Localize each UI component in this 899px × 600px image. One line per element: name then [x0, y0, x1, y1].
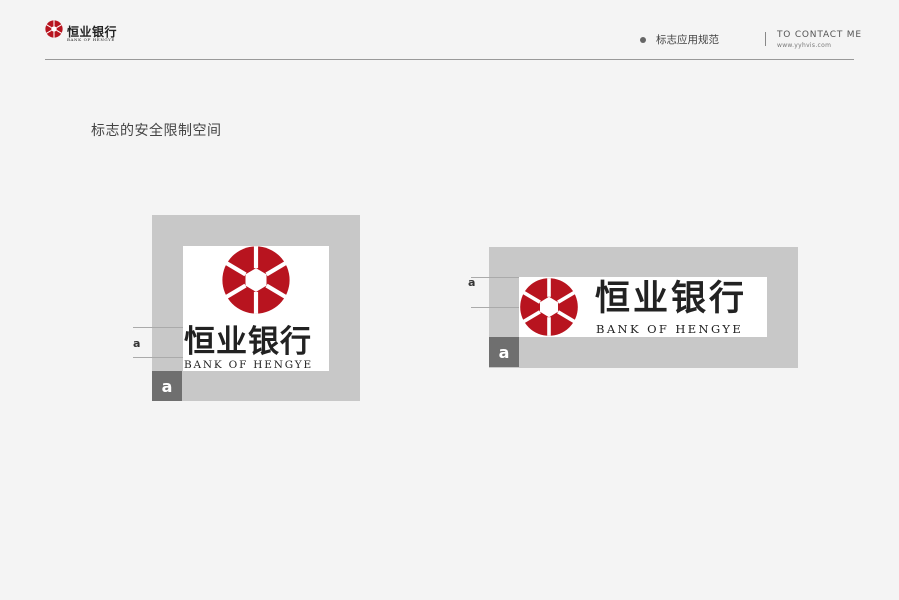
page-header: 恒业银行 BANK OF HENGYE 标志应用规范 TO CONTACT ME…: [0, 0, 899, 62]
brand-name-en: BANK OF HENGYE: [67, 37, 115, 42]
nav-current-section[interactable]: 标志应用规范: [640, 32, 719, 47]
bank-emblem-icon: [520, 278, 578, 336]
contact-url[interactable]: www.yyhvis.com: [777, 42, 862, 49]
logo-name-cn: 恒业银行: [184, 324, 312, 360]
unit-a-box: a: [152, 371, 182, 401]
nav-label: 标志应用规范: [656, 34, 719, 46]
measure-label: a: [133, 337, 141, 350]
bullet-dot-icon: [640, 36, 646, 43]
measure-label: a: [468, 276, 476, 289]
logo-name-cn: 恒业银行: [595, 279, 748, 319]
contact-block: TO CONTACT ME www.yyhvis.com: [777, 30, 862, 49]
bank-emblem-icon: [222, 246, 290, 314]
logo-name-en: BANK OF HENGYE: [184, 359, 313, 371]
bank-emblem-icon: [45, 20, 63, 38]
measure-line-bottom: [471, 307, 519, 308]
unit-a-box: a: [489, 337, 519, 367]
measure-line-top: [133, 327, 183, 328]
header-divider: [765, 32, 766, 46]
section-title: 标志的安全限制空间: [91, 123, 222, 139]
vertical-logo: 恒业银行 BANK OF HENGYE: [183, 246, 329, 371]
measure-line-bottom: [133, 357, 183, 358]
logo-name-en: BANK OF HENGYE: [596, 322, 744, 336]
measure-line-top: [471, 277, 519, 278]
horizontal-logo: 恒业银行 BANK OF HENGYE: [519, 277, 767, 337]
header-rule: [45, 59, 854, 60]
contact-title: TO CONTACT ME: [777, 30, 862, 40]
